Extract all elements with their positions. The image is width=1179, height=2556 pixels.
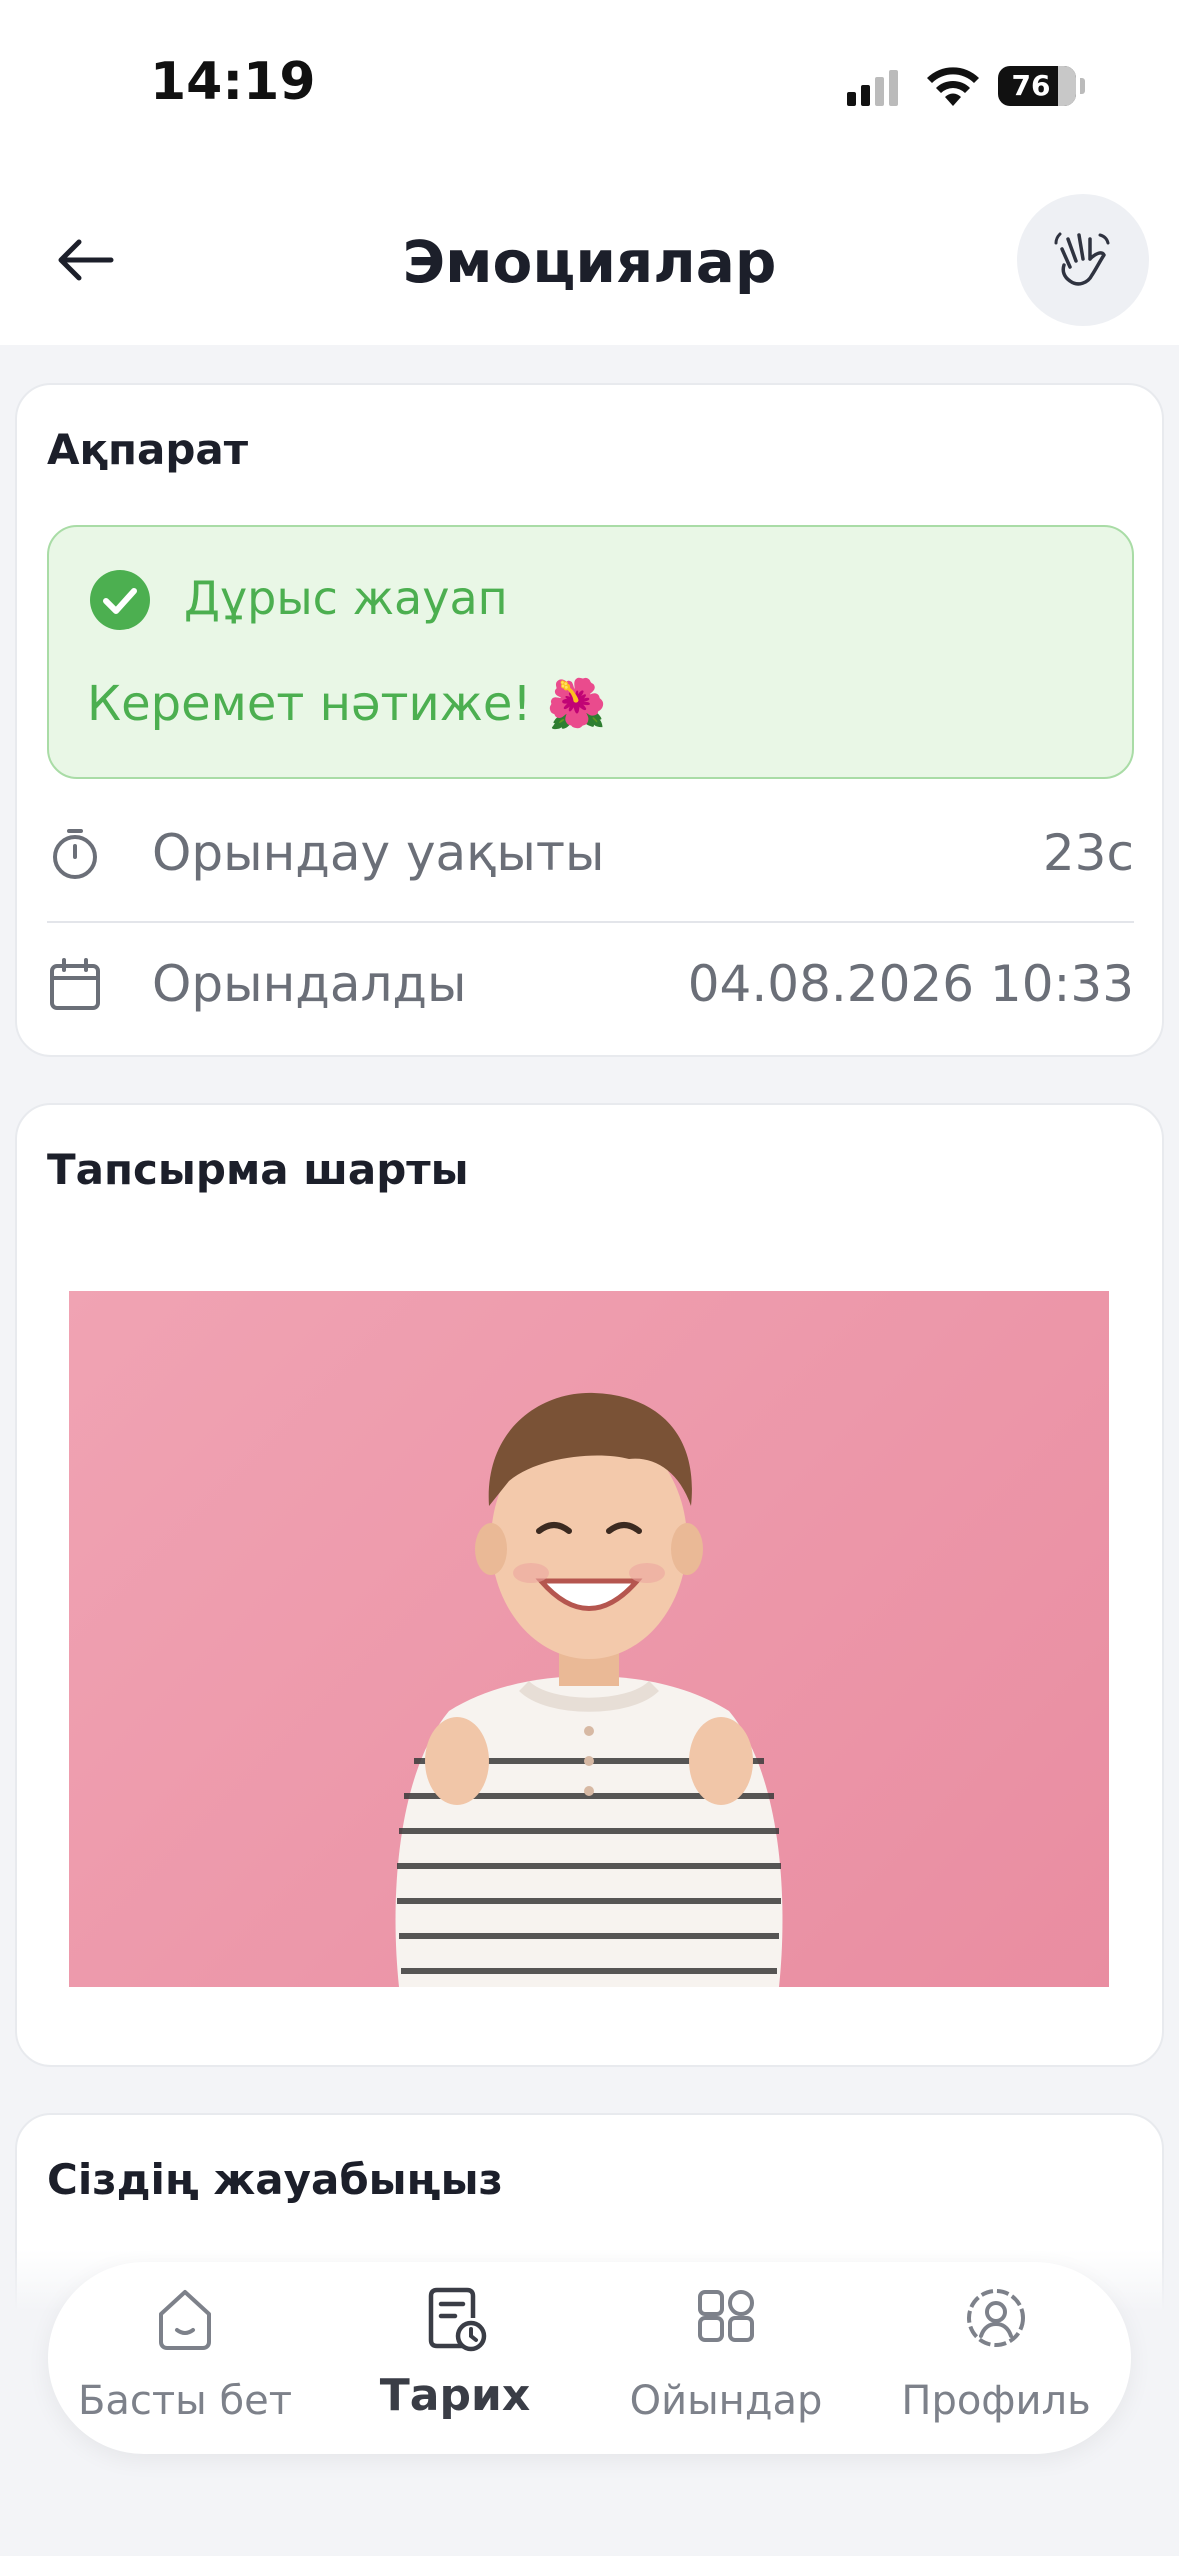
task-card-title: Тапсырма шарты bbox=[47, 1145, 469, 1194]
smiling-boy-illustration bbox=[395, 1392, 783, 1987]
result-banner: Дұрыс жауап Керемет нәтиже! 🌺 bbox=[47, 525, 1134, 779]
nav-label-profile: Профиль bbox=[901, 2378, 1091, 2424]
battery-indicator: 76 bbox=[998, 66, 1076, 106]
answer-card-title: Сіздің жауабыңыз bbox=[47, 2155, 503, 2204]
cellular-signal-icon bbox=[847, 70, 898, 106]
nav-label-games: Ойындар bbox=[629, 2378, 823, 2424]
bottom-navigation: Басты бет Тарих Ойындар Профиль bbox=[48, 2262, 1131, 2454]
history-icon bbox=[428, 2287, 487, 2352]
duration-row: Орындау уақыты 23с bbox=[47, 792, 1134, 912]
battery-level: 76 bbox=[1011, 69, 1051, 102]
nav-item-profile[interactable]: Профиль bbox=[871, 2262, 1121, 2454]
completed-label: Орындалды bbox=[152, 955, 467, 1013]
status-bar: 14:19 76 bbox=[0, 0, 1179, 180]
task-card: Тапсырма шарты bbox=[15, 1103, 1164, 2067]
nav-item-games[interactable]: Ойындар bbox=[601, 2262, 851, 2454]
app-screen: 14:19 76 Эмоциялар Ақпарат Дұрыс жауап К… bbox=[0, 0, 1179, 2556]
completed-value: 04.08.2026 10:33 bbox=[687, 955, 1134, 1013]
completed-row: Орындалды 04.08.2026 10:33 bbox=[47, 923, 1134, 1043]
games-grid-icon bbox=[698, 2290, 754, 2342]
waving-hand-icon bbox=[1054, 232, 1110, 286]
page-title: Эмоциялар bbox=[402, 228, 777, 296]
wifi-icon bbox=[927, 67, 979, 106]
task-image bbox=[69, 1291, 1109, 1987]
battery-cap bbox=[1080, 78, 1085, 94]
duration-value: 23с bbox=[1042, 824, 1134, 882]
info-card-title: Ақпарат bbox=[47, 425, 249, 474]
profile-icon bbox=[967, 2289, 1025, 2347]
duration-label: Орындау уақыты bbox=[152, 824, 605, 882]
stopwatch-icon bbox=[53, 829, 97, 879]
nav-item-history[interactable]: Тарих bbox=[330, 2262, 580, 2454]
calendar-icon bbox=[50, 958, 100, 1010]
wave-button[interactable] bbox=[1017, 194, 1149, 326]
home-icon bbox=[159, 2290, 211, 2350]
nav-item-home[interactable]: Басты бет bbox=[60, 2262, 310, 2454]
nav-label-history: Тарих bbox=[379, 2370, 531, 2421]
nav-label-home: Басты бет bbox=[77, 2378, 293, 2424]
result-title: Дұрыс жауап bbox=[184, 571, 508, 625]
result-message: Керемет нәтиже! 🌺 bbox=[87, 676, 607, 732]
check-circle-icon bbox=[90, 570, 150, 630]
info-card: Ақпарат Дұрыс жауап Керемет нәтиже! 🌺 Ор… bbox=[15, 383, 1164, 1057]
status-time: 14:19 bbox=[150, 52, 316, 112]
header-bar: Эмоциялар bbox=[0, 180, 1179, 345]
